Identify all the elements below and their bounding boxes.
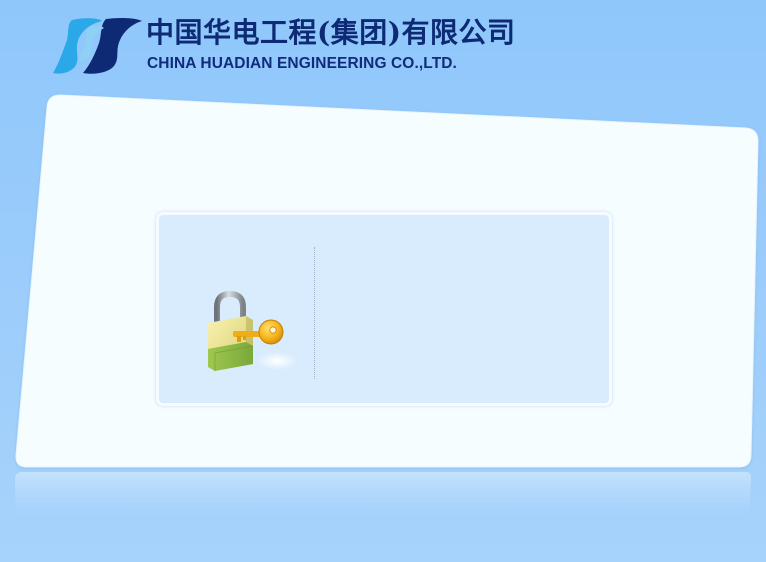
login-form-area	[334, 235, 594, 385]
panel-reflection	[15, 472, 752, 528]
padlock-key-icon	[208, 290, 297, 371]
login-divider	[314, 247, 315, 379]
login-box	[156, 212, 612, 406]
